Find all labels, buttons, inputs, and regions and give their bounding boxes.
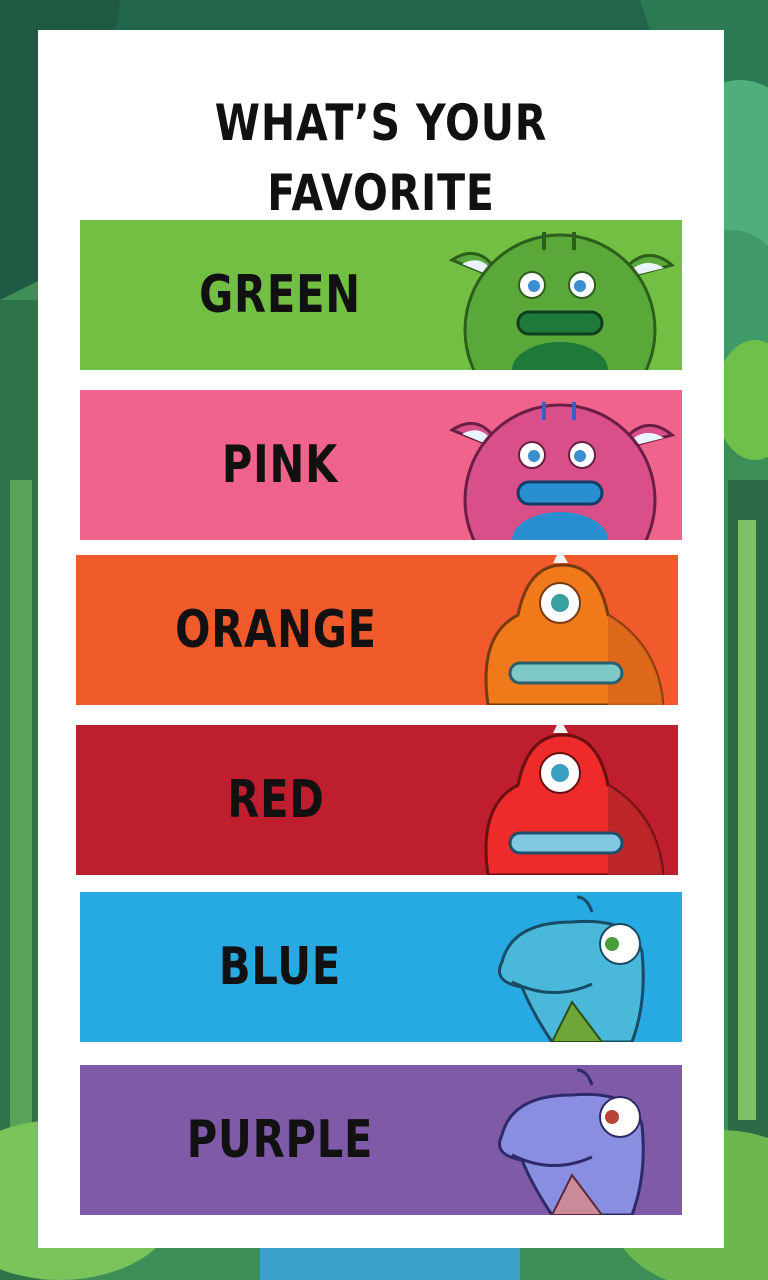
purple-dinosaur-icon bbox=[498, 1068, 645, 1215]
red-one-eyed-monster-icon bbox=[484, 725, 665, 875]
green-furry-monster-icon bbox=[448, 232, 676, 370]
option-pink-button[interactable]: PINK bbox=[80, 390, 682, 540]
option-label: PINK bbox=[221, 435, 339, 495]
option-label: ORANGE bbox=[175, 600, 377, 660]
question-card: WHAT’S YOUR FAVORITE COLOR? GREEN PINK bbox=[38, 30, 724, 1248]
option-blue-button[interactable]: BLUE bbox=[80, 892, 682, 1042]
orange-one-eyed-monster-icon bbox=[484, 555, 665, 705]
option-purple-button[interactable]: PURPLE bbox=[80, 1065, 682, 1215]
option-green-button[interactable]: GREEN bbox=[80, 220, 682, 370]
option-orange-button[interactable]: ORANGE bbox=[76, 555, 678, 705]
option-red-button[interactable]: RED bbox=[76, 725, 678, 875]
pink-furry-monster-icon bbox=[448, 402, 676, 540]
option-label: BLUE bbox=[218, 937, 342, 997]
blue-dinosaur-icon bbox=[498, 895, 645, 1042]
option-label: PURPLE bbox=[186, 1110, 374, 1170]
option-label: GREEN bbox=[199, 265, 361, 325]
option-label: RED bbox=[227, 770, 325, 830]
